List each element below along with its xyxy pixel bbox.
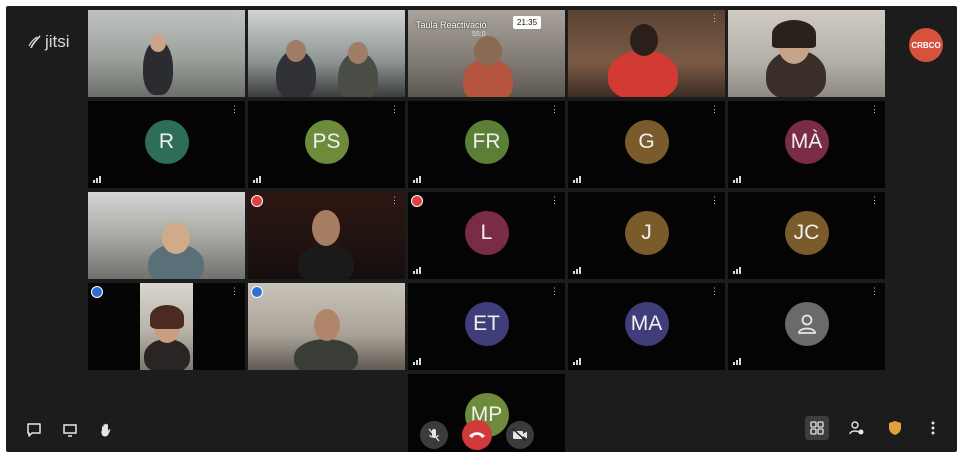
connection-indicator-icon[interactable] [733,176,741,183]
participant-tile-avatar[interactable]: G ⋮ [568,101,725,188]
participant-initials: R [144,119,189,164]
participant-tile-avatar[interactable]: PS ⋮ [248,101,405,188]
self-avatar[interactable]: CRBCO [909,28,943,62]
more-icon [931,421,935,435]
tile-menu-icon[interactable]: ⋮ [870,196,879,205]
participant-tile-avatar[interactable]: L ⋮ [408,192,565,279]
screenshare-button[interactable] [60,420,80,440]
connection-indicator-icon[interactable] [733,267,741,274]
connection-indicator-icon[interactable] [413,176,421,183]
participants-icon [849,421,864,435]
security-shield-icon [889,421,901,435]
logo-text: jitsi [45,32,70,51]
participant-tile-avatar[interactable]: FR ⋮ [408,101,565,188]
microphone-muted-icon [428,428,439,442]
raise-hand-icon [101,423,111,437]
recording-title: Taula Reactivació [416,20,487,30]
tile-menu-icon[interactable]: ⋮ [550,196,559,205]
tile-menu-icon[interactable]: ⋮ [870,287,879,296]
participant-initials: FR [464,119,509,164]
participant-tile-video[interactable]: ⋮ [248,10,405,97]
tile-menu-icon[interactable]: ⋮ [230,287,239,296]
participant-tile-video[interactable]: ⋮ [248,192,405,279]
participant-tile-video[interactable]: ⋮ [568,10,725,97]
toolbar-left [24,420,116,440]
participant-initials: L [464,210,509,255]
tile-menu-icon[interactable]: ⋮ [870,14,879,23]
hangup-icon [468,432,485,438]
connection-indicator-icon[interactable] [573,267,581,274]
tile-menu-icon[interactable]: ⋮ [550,105,559,114]
participant-tile-avatar[interactable]: R ⋮ [88,101,245,188]
conference-timer: 21:35 [513,16,542,29]
toolbar-right [805,416,943,440]
participant-initials: ET [464,301,509,346]
tile-menu-icon[interactable]: ⋮ [710,196,719,205]
muted-indicator-icon [411,195,423,207]
moderator-indicator-icon [91,286,103,298]
connection-indicator-icon[interactable] [93,176,101,183]
tile-menu-icon[interactable]: ⋮ [550,287,559,296]
call-controls [419,420,534,450]
participant-initials: PS [304,119,349,164]
participant-tile-avatar[interactable]: MÀ ⋮ [728,101,885,188]
participant-tile-video[interactable]: ⋮ [88,192,245,279]
participant-tile-video[interactable]: Taula Reactivació 21:35 55:0 [408,10,565,97]
participants-button[interactable] [847,418,867,438]
participant-tile-active-speaker[interactable]: ⋮ [88,283,245,370]
chat-icon [27,423,41,437]
chat-button[interactable] [24,420,44,440]
microphone-button[interactable] [419,421,448,449]
participant-tile-avatar[interactable]: ET ⋮ [408,283,565,370]
tile-menu-icon[interactable]: ⋮ [390,14,399,23]
tile-menu-icon[interactable]: ⋮ [870,105,879,114]
connection-indicator-icon[interactable] [253,176,261,183]
more-button[interactable] [923,418,943,438]
participant-initials: MA [624,301,669,346]
jitsi-logo[interactable]: jitsi [28,32,70,52]
user-icon [797,314,816,334]
tile-menu-icon[interactable]: ⋮ [390,105,399,114]
hangup-button[interactable] [461,420,492,450]
security-button[interactable] [885,418,905,438]
tile-menu-icon[interactable]: ⋮ [230,105,239,114]
participant-tile-avatar[interactable]: MA ⋮ [568,283,725,370]
muted-indicator-icon [251,195,263,207]
participant-tile-video[interactable]: ⋮ [728,10,885,97]
tile-menu-icon[interactable]: ⋮ [230,14,239,23]
tile-menu-icon[interactable]: ⋮ [390,196,399,205]
moderator-indicator-icon [251,286,263,298]
participant-initials: G [624,119,669,164]
participant-tile-video[interactable]: ⋮ [248,283,405,370]
tile-menu-icon[interactable]: ⋮ [710,287,719,296]
participant-initials: JC [784,210,829,255]
tile-menu-icon[interactable]: ⋮ [390,287,399,296]
participant-tile-avatar[interactable]: ⋮ [728,283,885,370]
participant-initials: J [624,210,669,255]
raise-hand-button[interactable] [96,420,116,440]
participant-tile-avatar[interactable]: JC ⋮ [728,192,885,279]
recording-subtitle: 55:0 [472,31,486,38]
connection-indicator-icon[interactable] [413,267,421,274]
tile-menu-icon[interactable]: ⋮ [710,105,719,114]
tile-menu-icon[interactable]: ⋮ [710,14,719,23]
connection-indicator-icon[interactable] [573,358,581,365]
participant-tile-video[interactable]: ⋮ [88,10,245,97]
conference-window: jitsi CRBCO ⋮ ⋮ Taula Reactivació 21:35 … [6,6,957,452]
tile-view-button[interactable] [805,416,829,440]
connection-indicator-icon[interactable] [413,358,421,365]
default-avatar [784,301,829,346]
tile-view-icon [810,421,824,435]
connection-indicator-icon[interactable] [573,176,581,183]
camera-off-icon [512,428,527,442]
participant-tile-avatar[interactable]: J ⋮ [568,192,725,279]
participant-initials: MÀ [784,119,829,164]
connection-indicator-icon[interactable] [733,358,741,365]
jitsi-logo-icon [28,35,41,49]
tile-menu-icon[interactable]: ⋮ [230,196,239,205]
screenshare-icon [63,424,77,437]
camera-button[interactable] [505,421,534,449]
